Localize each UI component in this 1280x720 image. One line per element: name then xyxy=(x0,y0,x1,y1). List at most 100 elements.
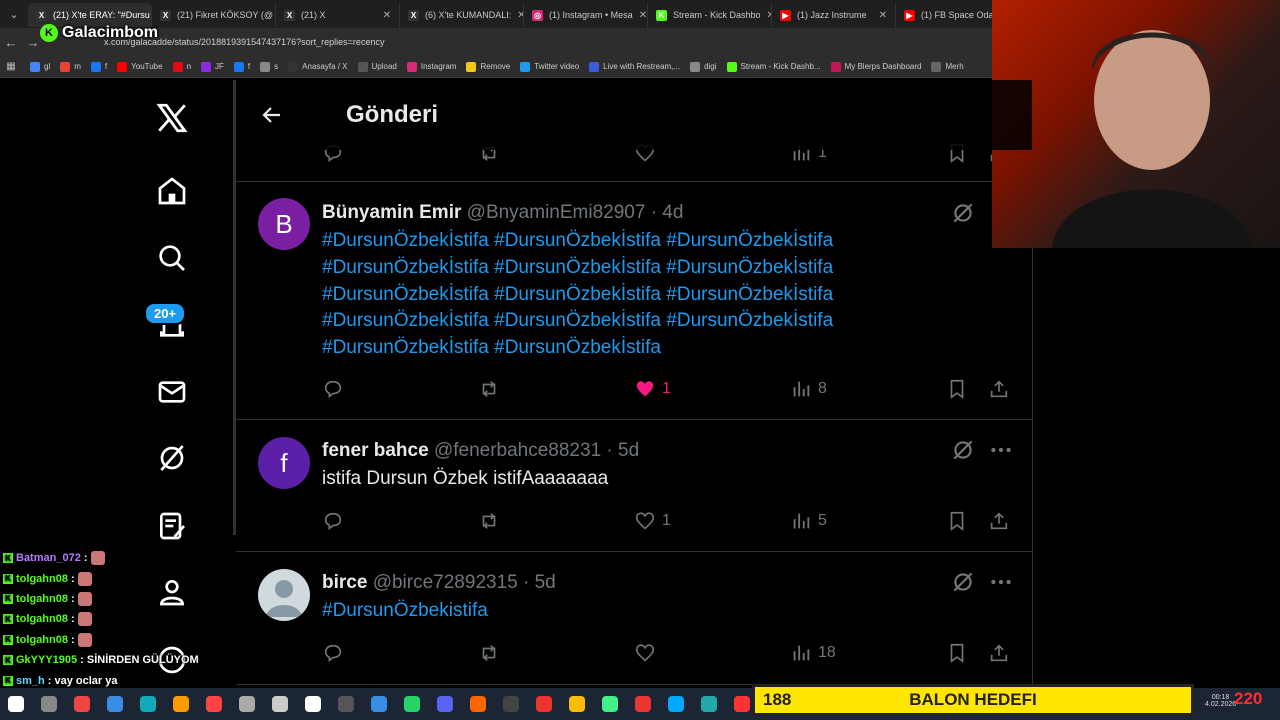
avatar[interactable]: f xyxy=(258,437,310,489)
avatar[interactable]: B xyxy=(258,198,310,250)
post-time[interactable]: · 5d xyxy=(523,572,556,593)
taskbar-app-icon[interactable] xyxy=(569,696,585,712)
bookmark-item[interactable]: YouTube xyxy=(117,61,163,72)
like-button[interactable]: 1 xyxy=(634,378,671,400)
bookmark-button[interactable] xyxy=(946,642,968,664)
x-logo-icon[interactable] xyxy=(152,98,192,138)
like-button[interactable]: 1 xyxy=(634,510,671,532)
taskbar-app-icon[interactable] xyxy=(470,696,486,712)
author-handle[interactable]: @fenerbahce88231 xyxy=(434,440,601,461)
grok-icon[interactable] xyxy=(950,437,976,463)
browser-tab[interactable]: ▶ (1) Jazz Instrume ✕ xyxy=(772,3,896,27)
bookmark-item[interactable]: n xyxy=(172,61,191,72)
taskbar-app-icon[interactable] xyxy=(272,696,288,712)
taskbar-app-icon[interactable] xyxy=(173,696,189,712)
hashtag-link[interactable]: #DursunÖzbekİstifa xyxy=(494,257,661,278)
repost-button[interactable] xyxy=(478,642,500,664)
reply-button[interactable] xyxy=(322,510,344,532)
home-icon[interactable] xyxy=(152,171,192,211)
taskbar-app-icon[interactable] xyxy=(668,696,684,712)
bookmark-item[interactable]: My Blerps Dashboard xyxy=(830,61,921,72)
taskbar-app-icon[interactable] xyxy=(701,696,717,712)
reply-post[interactable]: birce @birce72892315 · 5d #DursunÖzbekis… xyxy=(236,552,1032,685)
taskbar-app-icon[interactable] xyxy=(734,696,750,712)
taskbar-app-icon[interactable] xyxy=(602,696,618,712)
bookmark-item[interactable]: m xyxy=(60,61,81,72)
reply-post[interactable]: f fener bahce @fenerbahce88231 · 5d isti… xyxy=(236,420,1032,552)
hashtag-link[interactable]: #DursunÖzbekİstifa xyxy=(322,284,489,305)
close-tab-icon[interactable]: ✕ xyxy=(761,10,771,21)
more-options-icon[interactable] xyxy=(988,569,1014,595)
like-button[interactable] xyxy=(634,642,662,664)
tab-search-icon[interactable]: ⌄ xyxy=(0,0,28,28)
taskbar-app-icon[interactable] xyxy=(8,696,24,712)
author-handle[interactable]: @BnyaminEmi82907 xyxy=(467,202,646,223)
close-tab-icon[interactable]: ✕ xyxy=(633,10,647,21)
bookmark-item[interactable]: f xyxy=(90,61,107,72)
views-button[interactable]: 18 xyxy=(790,642,836,664)
reply-post[interactable]: B Bünyamin Emir @BnyaminEmi82907 · 4d #D… xyxy=(236,182,1032,420)
hashtag-link[interactable]: #DursunÖzbekistifa xyxy=(322,598,902,625)
views-button[interactable]: 8 xyxy=(790,378,827,400)
taskbar-app-icon[interactable] xyxy=(74,696,90,712)
reply-button[interactable] xyxy=(322,642,344,664)
author-name[interactable]: birce xyxy=(322,572,367,593)
post-time[interactable]: · 5d xyxy=(606,440,639,461)
bookmark-button[interactable] xyxy=(946,378,968,400)
taskbar-clock[interactable]: 00:18 4.02.2026 xyxy=(1205,694,1236,708)
bookmark-item[interactable]: Stream - Kick Dashb... xyxy=(726,61,821,72)
grok-icon[interactable] xyxy=(950,200,976,226)
avatar[interactable] xyxy=(258,569,310,621)
taskbar-app-icon[interactable] xyxy=(404,696,420,712)
taskbar-app-icon[interactable] xyxy=(305,696,321,712)
repost-button[interactable] xyxy=(478,510,500,532)
back-arrow-icon[interactable]: ← xyxy=(0,35,22,50)
taskbar-app-icon[interactable] xyxy=(107,696,123,712)
bookmark-item[interactable]: gl xyxy=(30,61,50,72)
bookmark-item[interactable]: JF xyxy=(201,61,224,72)
browser-tab[interactable]: ◎ (1) Instagram • Mesa ✕ xyxy=(524,3,648,27)
bookmark-item[interactable]: Remove xyxy=(466,61,510,72)
repost-button[interactable] xyxy=(478,378,500,400)
close-tab-icon[interactable]: ✕ xyxy=(511,10,523,21)
author-name[interactable]: Bünyamin Emir xyxy=(322,202,461,223)
hashtag-link[interactable]: #DursunÖzbekİstifa xyxy=(494,230,661,251)
search-icon[interactable] xyxy=(152,238,192,278)
hashtag-link[interactable]: #DursunÖzbekİstifa xyxy=(322,310,489,331)
hashtag-link[interactable]: #DursunÖzbekİstifa xyxy=(322,337,489,358)
taskbar-app-icon[interactable] xyxy=(41,696,57,712)
bookmark-item[interactable]: Instagram xyxy=(406,61,456,72)
close-tab-icon[interactable]: ✕ xyxy=(377,10,391,21)
messages-icon[interactable] xyxy=(152,372,192,412)
taskbar-app-icon[interactable] xyxy=(239,696,255,712)
hashtag-link[interactable]: #DursunÖzbekİstifa xyxy=(494,337,661,358)
author-name[interactable]: fener bahce xyxy=(322,440,429,461)
share-button[interactable] xyxy=(988,642,1010,664)
more-options-icon[interactable] xyxy=(988,437,1014,463)
bookmark-item[interactable]: Merh xyxy=(931,61,964,72)
bookmark-item[interactable]: Twitter video xyxy=(520,61,579,72)
share-button[interactable] xyxy=(988,378,1010,400)
hashtag-link[interactable]: #DursunÖzbekİstifa xyxy=(666,284,833,305)
browser-tab[interactable]: K Stream - Kick Dashbo✕ xyxy=(648,3,772,27)
bookmark-item[interactable]: Upload xyxy=(357,61,397,72)
lists-icon[interactable] xyxy=(152,506,192,546)
taskbar-app-icon[interactable] xyxy=(140,696,156,712)
taskbar-app-icon[interactable] xyxy=(371,696,387,712)
browser-tab[interactable]: X(21) Fikret KÖKSOY (@✕ xyxy=(152,3,276,27)
bookmark-item[interactable]: digi xyxy=(690,61,717,72)
author-handle[interactable]: @birce72892315 xyxy=(373,572,518,593)
back-arrow-icon[interactable] xyxy=(260,103,284,127)
bookmark-item[interactable]: Anasayfa / X xyxy=(288,61,348,72)
taskbar-app-icon[interactable] xyxy=(503,696,519,712)
taskbar-app-icon[interactable] xyxy=(338,696,354,712)
apps-grid-icon[interactable]: ▦ xyxy=(0,61,22,72)
hashtag-link[interactable]: #DursunÖzbekİstifa xyxy=(666,257,833,278)
bookmark-item[interactable]: s xyxy=(260,61,278,72)
grok-icon[interactable] xyxy=(950,569,976,595)
hashtag-link[interactable]: #DursunÖzbekİstifa xyxy=(322,230,489,251)
hashtag-link[interactable]: #DursunÖzbekİstifa xyxy=(666,310,833,331)
hashtag-link[interactable]: #DursunÖzbekİstifa xyxy=(666,230,833,251)
grok-icon[interactable] xyxy=(152,438,192,478)
bookmark-item[interactable]: f xyxy=(233,61,250,72)
